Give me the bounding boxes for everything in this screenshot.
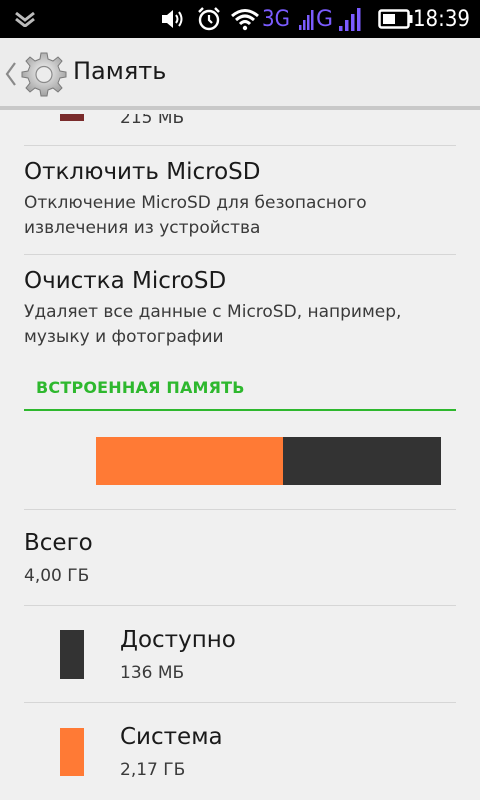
erase-sd-title: Очистка MicroSD [24,268,227,294]
wifi-icon [230,0,260,38]
usage-bar-system-segment [96,437,284,485]
section-divider [24,409,456,411]
available-value: 136 МБ [120,663,185,683]
alarm-clock-icon [196,0,222,38]
network-3g-label: 3G [262,6,290,32]
external-partial-value: 215 МБ [120,114,185,128]
available-item[interactable]: Доступно 136 МБ [120,627,456,686]
status-bar: 3G G 18:39 [0,0,480,38]
divider [24,702,456,703]
summary-line: музыку и фотографии [24,327,224,347]
signal-strength-icon [338,0,364,38]
settings-gear-icon[interactable] [20,50,68,98]
signal-strength-icon [298,0,314,38]
unmount-sd-title: Отключить MicroSD [24,159,261,185]
available-title: Доступно [120,627,236,653]
system-title: Система [120,724,223,750]
divider [24,254,456,255]
total-value: 4,00 ГБ [24,566,90,586]
system-color-swatch [60,728,84,776]
page-title: Память [73,57,167,85]
available-color-swatch [60,630,84,679]
battery-icon [378,0,414,38]
unmount-sd-summary: Отключение MicroSD для безопасного извле… [24,191,456,241]
clock-time: 18:39 [412,6,470,32]
total-item: Всего 4,00 ГБ [24,530,456,589]
internal-storage-header: ВСТРОЕННАЯ ПАМЯТЬ [36,378,245,397]
external-usage-swatch [60,114,84,121]
divider [24,145,456,146]
summary-line: Удаляет все данные с MicroSD, например, [24,302,402,322]
action-bar: Память [0,38,480,110]
erase-sd-item[interactable]: Очистка MicroSD Удаляет все данные с Mic… [24,268,456,350]
external-partial-item: 215 МБ [120,114,420,131]
notification-chevron-icon [14,0,36,38]
system-value: 2,17 ГБ [120,760,186,780]
divider [24,509,456,510]
divider [24,605,456,606]
storage-settings-list[interactable]: 215 МБ Отключить MicroSD Отключение Micr… [0,114,480,800]
unmount-sd-item[interactable]: Отключить MicroSD Отключение MicroSD для… [24,159,456,241]
back-chevron-icon[interactable] [4,60,18,88]
internal-usage-bar [96,437,441,485]
system-item[interactable]: Система 2,17 ГБ [120,724,456,783]
usage-bar-available-segment [283,437,441,485]
total-title: Всего [24,530,93,556]
network-g-label: G [316,6,334,32]
summary-line: извлечения из устройства [24,218,261,238]
summary-line: Отключение MicroSD для безопасного [24,193,367,213]
volume-icon [160,0,186,38]
erase-sd-summary: Удаляет все данные с MicroSD, например, … [24,300,456,350]
